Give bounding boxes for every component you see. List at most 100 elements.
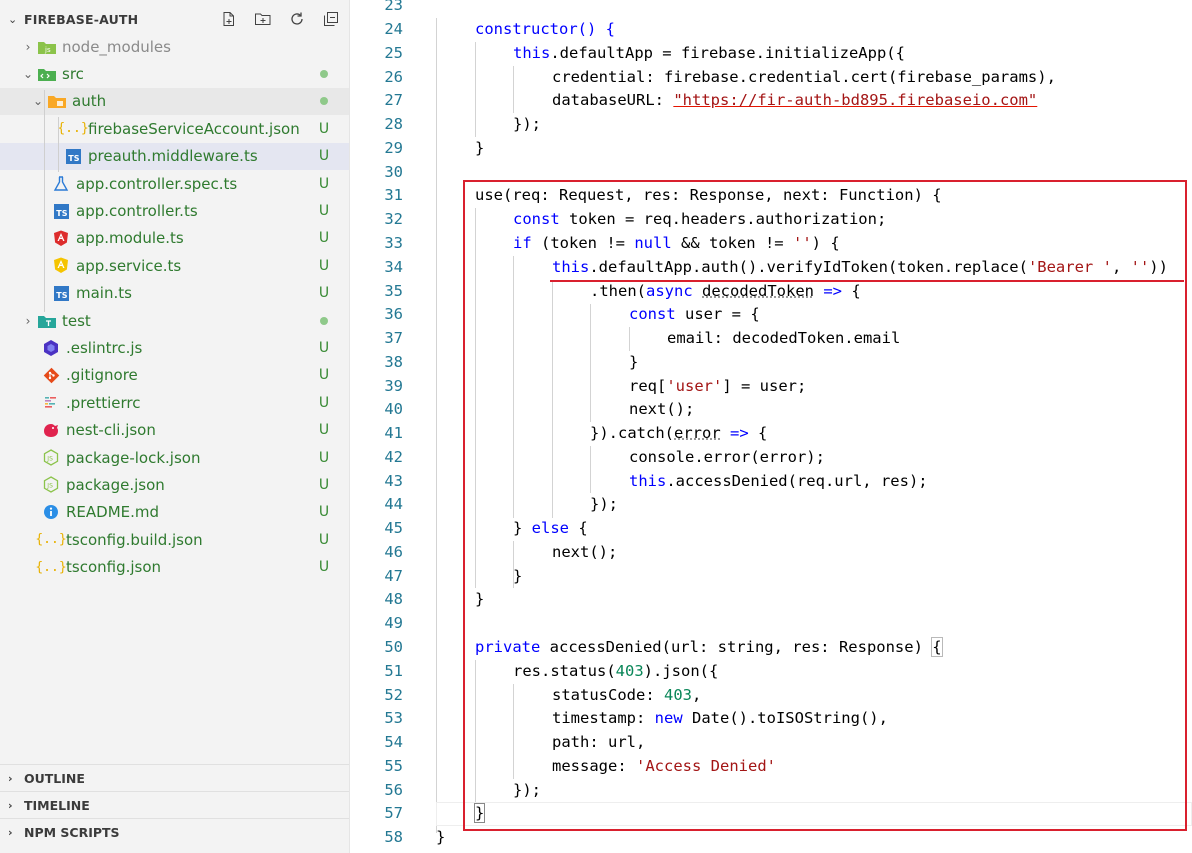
line-number: 56	[384, 781, 403, 799]
tree-indent-guide	[58, 117, 59, 172]
prettier-icon	[40, 394, 62, 412]
untracked-badge: U	[318, 230, 330, 247]
tree-item-label: node_modules	[62, 37, 171, 56]
svg-text:js: js	[44, 46, 51, 54]
chevron-down-icon: ⌄	[8, 12, 18, 26]
line-number: 30	[384, 163, 403, 181]
code-editor[interactable]: 23 24 25 26 27 28 29 30 31 32 33 34 35 3…	[350, 0, 1192, 853]
json-braces-icon: {..}	[35, 559, 67, 575]
chevron-right-icon: ›	[8, 798, 13, 812]
info-icon	[40, 503, 62, 521]
line-number: 31	[384, 186, 403, 204]
line-number: 42	[384, 448, 403, 466]
tree-item-app-service[interactable]: app.service.ts U	[0, 252, 349, 279]
tree-item-eslintrc[interactable]: .eslintrc.js U	[0, 334, 349, 361]
explorer-title: FIREBASE-AUTH	[24, 11, 139, 27]
tree-item-auth[interactable]: ⌄ auth	[0, 87, 349, 116]
new-folder-icon[interactable]	[250, 8, 276, 30]
code-line: }	[436, 828, 445, 846]
line-number: 55	[384, 757, 403, 775]
line-number: 37	[384, 329, 403, 347]
tree-item-label: tsconfig.json	[66, 558, 162, 577]
code-link[interactable]: "https://fir-auth-bd895.firebaseio.com"	[673, 91, 1037, 109]
untracked-badge: U	[318, 120, 330, 137]
tree-item-package[interactable]: JS package.json U	[0, 471, 349, 498]
new-file-icon[interactable]	[216, 8, 242, 30]
typescript-icon: TS	[50, 202, 72, 220]
code-line: databaseURL: "https://fir-auth-bd895.fir…	[552, 91, 1037, 109]
tree-item-app-controller[interactable]: TS app.controller.ts U	[0, 197, 349, 224]
code-token: this	[513, 44, 551, 62]
chevron-right-icon: ›	[25, 313, 31, 328]
folder-auth-icon	[46, 92, 68, 110]
angular-icon	[50, 229, 72, 247]
indent-guide	[475, 42, 476, 137]
nodejs-icon: JS	[40, 476, 62, 494]
tree-item-package-lock[interactable]: JS package-lock.json U	[0, 444, 349, 471]
code-token: .defaultApp = firebase.initializeApp({	[550, 44, 905, 62]
untracked-badge: U	[318, 476, 330, 493]
nodejs-icon: JS	[40, 449, 62, 467]
json-braces-icon: {..}	[57, 121, 89, 137]
panel-title: NPM SCRIPTS	[24, 824, 120, 840]
untracked-badge: U	[318, 175, 330, 192]
untracked-badge: U	[318, 285, 330, 302]
svg-text:JS: JS	[46, 483, 53, 490]
modified-dot	[320, 316, 328, 325]
untracked-badge: U	[318, 367, 330, 384]
line-number: 43	[384, 472, 403, 490]
tree-item-label: .eslintrc.js	[66, 338, 143, 357]
tree-item-preauth-middleware[interactable]: TS preauth.middleware.ts U	[0, 142, 349, 170]
untracked-badge: U	[318, 449, 330, 466]
highlight-box	[463, 180, 1187, 831]
typescript-icon: TS	[50, 284, 72, 302]
tree-item-firebase-service-account[interactable]: {..} firebaseServiceAccount.json U	[0, 115, 349, 142]
chevron-right-icon: ›	[8, 771, 13, 785]
npm-scripts-panel-header[interactable]: › NPM SCRIPTS	[0, 818, 349, 845]
explorer-sidebar: ⌄ FIREBASE-AUTH › js node_modules ⌄ src …	[0, 0, 350, 853]
untracked-badge: U	[318, 531, 330, 548]
tree-item-gitignore[interactable]: .gitignore U	[0, 362, 349, 389]
tree-item-label: main.ts	[76, 284, 132, 303]
line-number: 58	[384, 828, 403, 846]
refresh-icon[interactable]	[284, 8, 310, 30]
code-token: }	[436, 828, 446, 846]
tree-item-nest-cli[interactable]: nest-cli.json U	[0, 416, 349, 443]
line-number: 39	[384, 377, 403, 395]
tree-item-app-controller-spec[interactable]: app.controller.spec.ts U	[0, 170, 349, 197]
tree-item-label: test	[62, 311, 91, 330]
tree-item-tsconfig-build[interactable]: {..} tsconfig.build.json U	[0, 526, 349, 553]
tree-item-node-modules[interactable]: › js node_modules	[0, 33, 349, 60]
indent-guide	[436, 18, 437, 833]
json-braces-icon: {..}	[35, 532, 67, 548]
tree-item-tsconfig[interactable]: {..} tsconfig.json U	[0, 553, 349, 580]
tree-item-test[interactable]: › test	[0, 307, 349, 334]
tree-item-label: README.md	[66, 503, 160, 522]
explorer-header[interactable]: ⌄ FIREBASE-AUTH	[0, 6, 349, 32]
code-token: databaseURL:	[552, 91, 674, 109]
code-token: }	[475, 139, 485, 157]
tree-item-label: app.controller.spec.ts	[76, 174, 238, 193]
collapse-all-icon[interactable]	[318, 8, 344, 30]
tree-item-label: app.controller.ts	[76, 202, 198, 221]
untracked-badge: U	[318, 422, 330, 439]
outline-panel-header[interactable]: › OUTLINE	[0, 764, 349, 791]
tree-item-app-module[interactable]: app.module.ts U	[0, 225, 349, 252]
tree-item-prettierrc[interactable]: .prettierrc U	[0, 389, 349, 416]
file-tree: › js node_modules ⌄ src ⌄ auth {..} fire…	[0, 33, 349, 581]
flask-test-icon	[50, 175, 72, 193]
tree-item-main[interactable]: TS main.ts U	[0, 280, 349, 307]
folder-test-icon	[36, 312, 58, 330]
tree-item-src[interactable]: ⌄ src	[0, 60, 349, 87]
tree-item-label: auth	[72, 92, 107, 111]
line-number: 36	[384, 305, 403, 323]
line-number: 26	[384, 68, 403, 86]
chevron-right-icon: ›	[25, 39, 31, 54]
code-line: credential: firebase.credential.cert(fir…	[552, 68, 1056, 86]
eslint-icon	[40, 339, 62, 357]
code-line: constructor() {	[475, 20, 615, 38]
timeline-panel-header[interactable]: › TIMELINE	[0, 791, 349, 818]
line-number: 38	[384, 353, 403, 371]
tree-item-readme[interactable]: README.md U	[0, 499, 349, 526]
line-number: 51	[384, 662, 403, 680]
